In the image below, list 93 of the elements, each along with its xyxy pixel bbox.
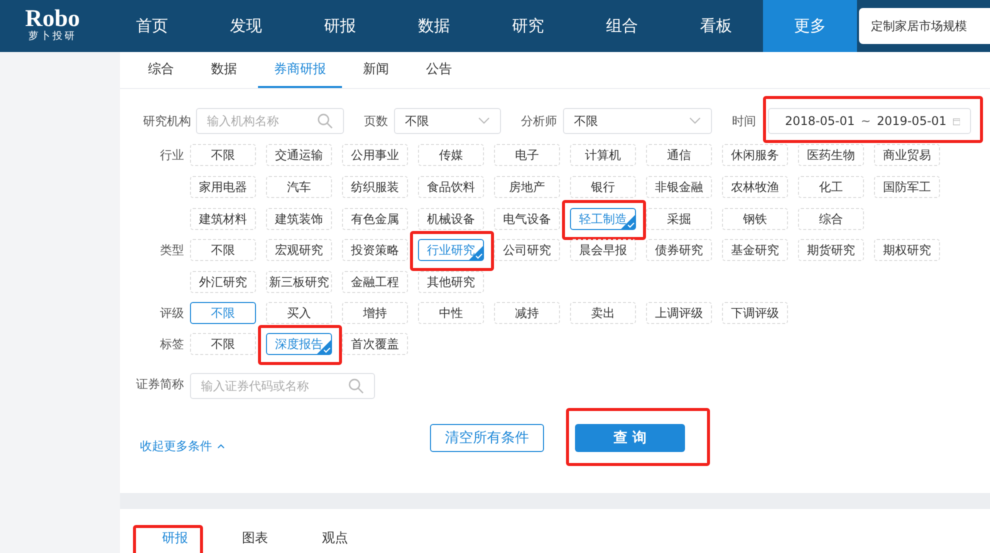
filter-chip[interactable]: 农林牧渔	[722, 176, 788, 198]
filter-chip[interactable]: 减持	[494, 302, 560, 324]
filter-chip[interactable]: 外汇研究	[190, 271, 256, 293]
filter-chip[interactable]: 新三板研究	[266, 271, 332, 293]
filter-chip[interactable]: 医药生物	[798, 144, 864, 166]
filter-chip[interactable]: 商业贸易	[874, 144, 940, 166]
tab[interactable]: 数据	[195, 52, 253, 88]
filter-chip[interactable]: 债券研究	[646, 239, 712, 261]
filter-chip[interactable]: 增持	[342, 302, 408, 324]
filter-chip[interactable]: 公用事业	[342, 144, 408, 166]
filter-chip[interactable]: 首次覆盖	[342, 333, 408, 355]
filter-chip[interactable]: 交通运输	[266, 144, 332, 166]
filter-label: 行业	[159, 147, 185, 164]
filter-chip[interactable]: 机械设备	[418, 208, 484, 230]
nav-item[interactable]: 研报	[293, 0, 387, 52]
filter-label: 证券简称	[135, 376, 185, 393]
filter-chip[interactable]: 深度报告	[266, 333, 332, 355]
date-range-field[interactable]: 2018-05-01 ~ 2019-05-01	[768, 108, 971, 134]
filter-chip[interactable]: 汽车	[266, 176, 332, 198]
tab[interactable]: 图表	[215, 523, 295, 553]
logo-subtitle: 萝卜投研	[28, 30, 76, 44]
filter-chip[interactable]: 卖出	[570, 302, 636, 324]
filter-chip[interactable]: 行业研究	[418, 239, 484, 261]
filter-chip[interactable]: 房地产	[494, 176, 560, 198]
tab[interactable]: 综合	[132, 52, 190, 88]
pages-select[interactable]: 不限	[394, 108, 501, 134]
filter-chip[interactable]: 钢铁	[722, 208, 788, 230]
nav-item[interactable]: 更多	[763, 0, 857, 52]
filter-chip[interactable]: 电子	[494, 144, 560, 166]
filter-chip[interactable]: 宏观研究	[266, 239, 332, 261]
filter-chip[interactable]: 公司研究	[494, 239, 560, 261]
filter-chip[interactable]: 其他研究	[418, 271, 484, 293]
filter-chip[interactable]: 不限	[190, 333, 256, 355]
filter-chip[interactable]: 建筑装饰	[266, 208, 332, 230]
field-label: 时间	[732, 112, 756, 130]
filter-chip[interactable]: 电气设备	[494, 208, 560, 230]
field-label: 页数	[364, 112, 388, 130]
clear-button[interactable]: 清空所有条件	[430, 424, 544, 452]
filter-chip[interactable]: 期货研究	[798, 239, 864, 261]
filter-chip[interactable]: 金融工程	[342, 271, 408, 293]
filter-chip[interactable]: 计算机	[570, 144, 636, 166]
collapse-link[interactable]: 收起更多条件	[140, 438, 212, 454]
filter-chip[interactable]: 传媒	[418, 144, 484, 166]
filter-chip[interactable]: 休闲服务	[722, 144, 788, 166]
filter-chip[interactable]: 有色金属	[342, 208, 408, 230]
filter-chip[interactable]: 通信	[646, 144, 712, 166]
search-field[interactable]: 定制家居市场规模	[859, 8, 990, 44]
caret-up-icon	[217, 443, 225, 449]
filter-chip[interactable]: 银行	[570, 176, 636, 198]
tab[interactable]: 新闻	[347, 52, 405, 88]
nav-item[interactable]: 组合	[575, 0, 669, 52]
filter-chip[interactable]: 上调评级	[646, 302, 712, 324]
nav-item[interactable]: 发现	[199, 0, 293, 52]
field-label: 分析师	[521, 112, 557, 130]
filter-chip[interactable]: 买入	[266, 302, 332, 324]
tab[interactable]: 观点	[295, 523, 375, 553]
tab[interactable]: 公告	[410, 52, 468, 88]
query-button[interactable]: 查 询	[575, 424, 685, 452]
filter-chip[interactable]: 化工	[798, 176, 864, 198]
filter-chip[interactable]: 投资策略	[342, 239, 408, 261]
filter-chip[interactable]: 建筑材料	[190, 208, 256, 230]
filter-chip[interactable]: 不限	[190, 302, 256, 324]
filter-chip[interactable]: 轻工制造	[570, 208, 636, 230]
filter-chip[interactable]: 不限	[190, 239, 256, 261]
filter-chip[interactable]: 不限	[190, 144, 256, 166]
filter-chip[interactable]: 晨会早报	[570, 239, 636, 261]
filter-label: 评级	[159, 305, 185, 322]
filter-chip[interactable]: 食品饮料	[418, 176, 484, 198]
nav-item[interactable]: 数据	[387, 0, 481, 52]
nav-item[interactable]: 研究	[481, 0, 575, 52]
logo-text[interactable]: Robo	[25, 8, 80, 30]
filter-chip[interactable]: 综合	[798, 208, 864, 230]
filter-chip[interactable]: 家用电器	[190, 176, 256, 198]
search-icon	[348, 378, 364, 394]
filter-label: 标签	[159, 336, 185, 353]
filter-chip[interactable]: 中性	[418, 302, 484, 324]
filter-chip[interactable]: 国防军工	[874, 176, 940, 198]
chevron-down-icon	[689, 117, 701, 125]
filter-chip[interactable]: 采掘	[646, 208, 712, 230]
filter-chip[interactable]: 基金研究	[722, 239, 788, 261]
analyst-select[interactable]: 不限	[563, 108, 712, 134]
nav-item[interactable]: 首页	[105, 0, 199, 52]
tab[interactable]: 研报	[135, 523, 215, 553]
filter-label: 类型	[159, 242, 185, 259]
search-icon	[317, 113, 333, 129]
calendar-icon	[952, 116, 960, 126]
chevron-down-icon	[478, 117, 490, 125]
field-label: 研究机构	[143, 112, 192, 130]
nav-item[interactable]: 看板	[669, 0, 763, 52]
filter-chip[interactable]: 下调评级	[722, 302, 788, 324]
filter-chip[interactable]: 期权研究	[874, 239, 940, 261]
filter-chip[interactable]: 纺织服装	[342, 176, 408, 198]
filter-chip[interactable]: 非银金融	[646, 176, 712, 198]
